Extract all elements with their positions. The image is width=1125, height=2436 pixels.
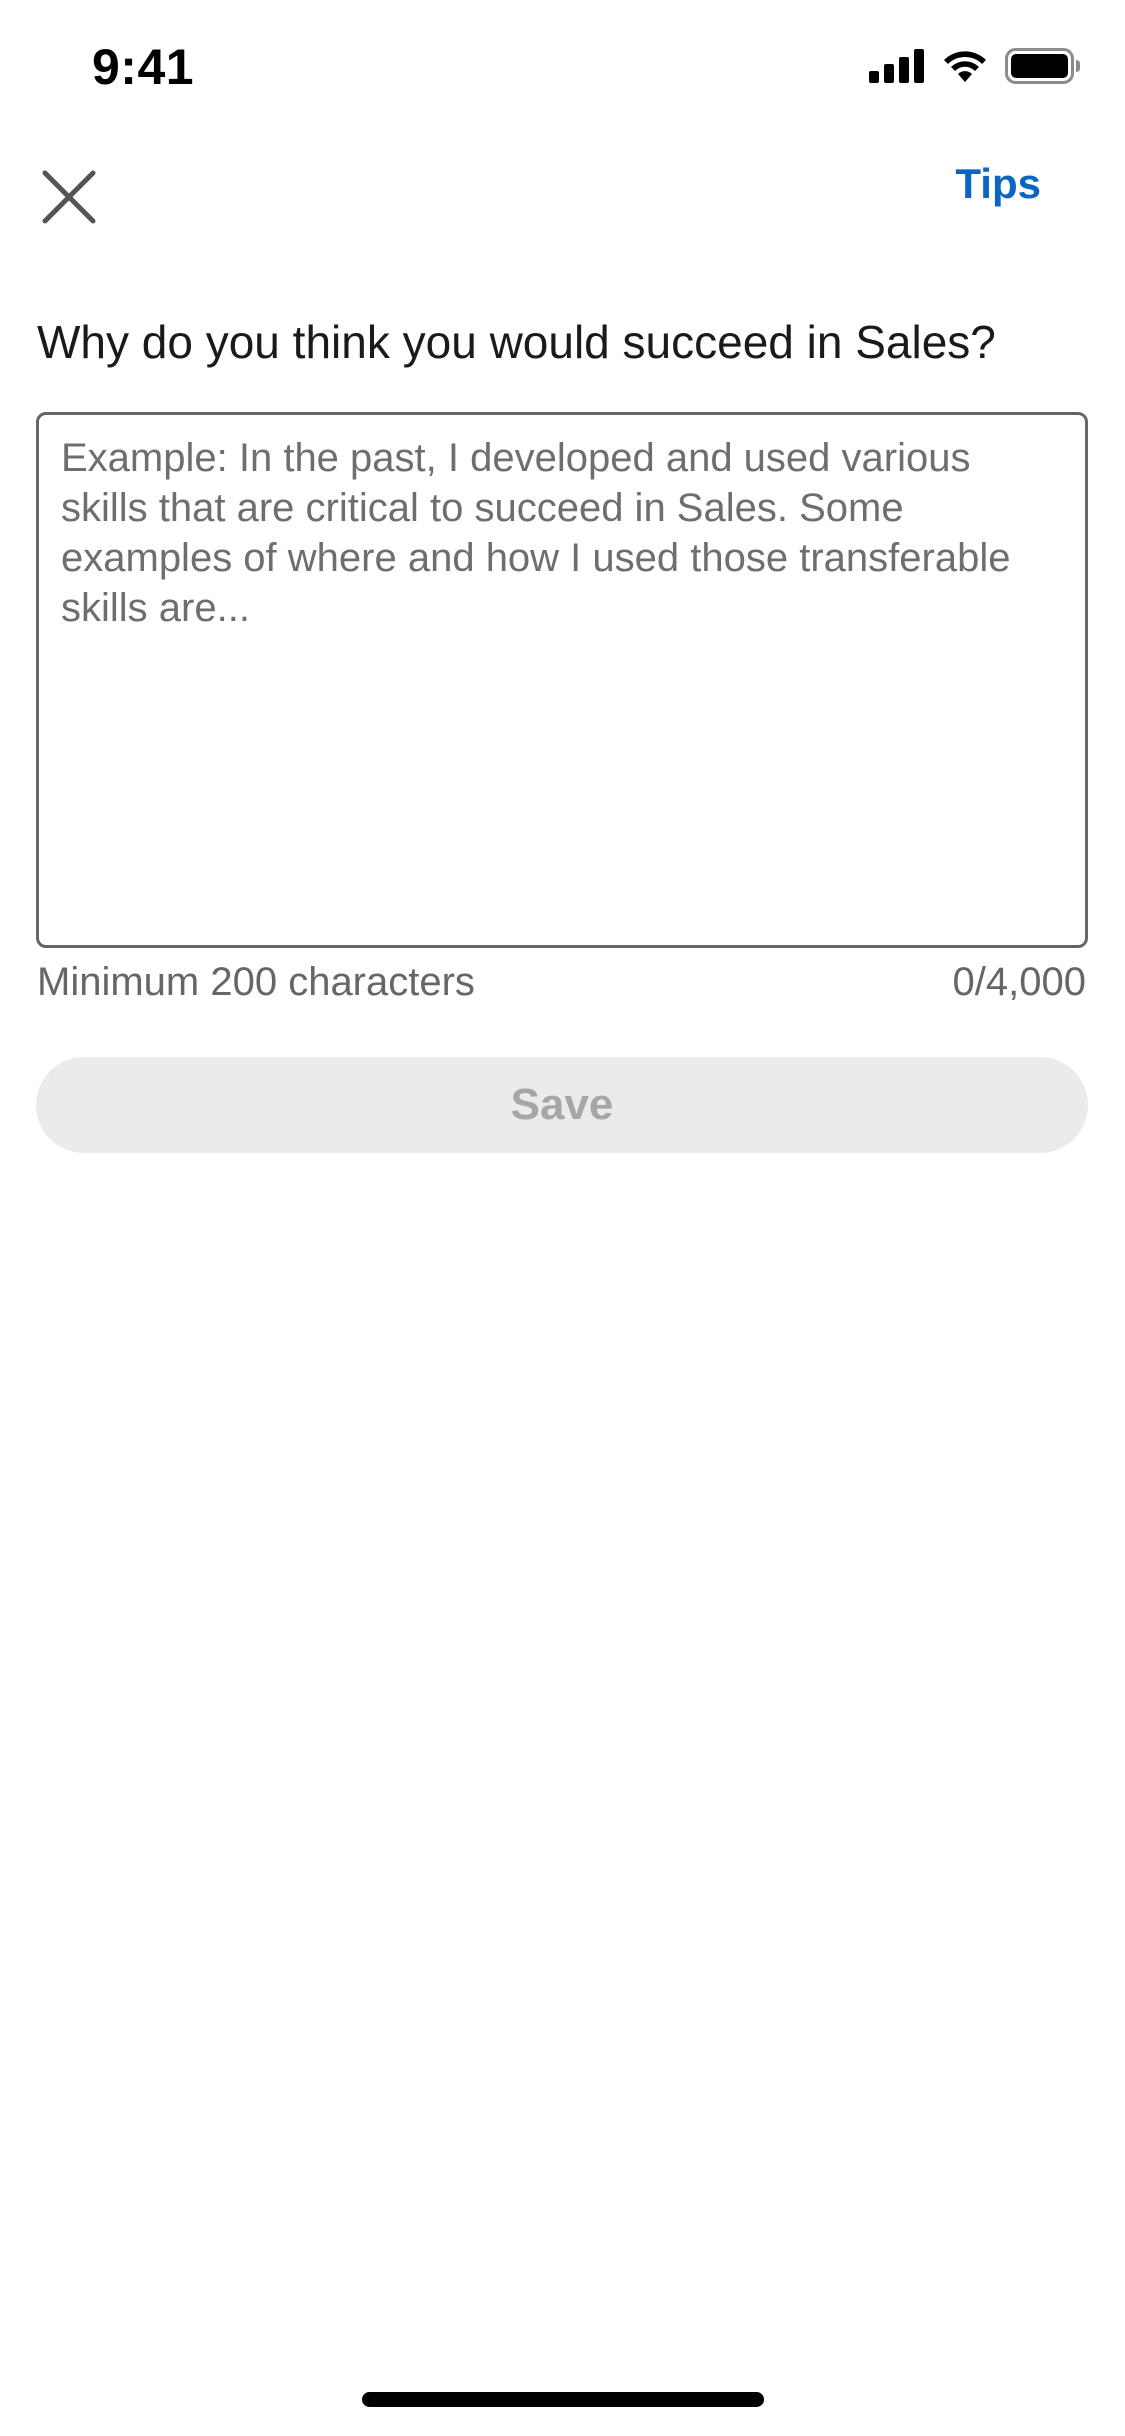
character-counter: 0/4,000 — [952, 960, 1086, 1004]
answer-textarea[interactable] — [36, 412, 1088, 948]
status-time: 9:41 — [92, 39, 195, 95]
save-button[interactable]: Save — [36, 1057, 1088, 1153]
wifi-icon — [941, 48, 989, 84]
status-icons — [869, 48, 1081, 84]
minimum-characters-hint: Minimum 200 characters — [37, 960, 475, 1004]
question-heading: Why do you think you would succeed in Sa… — [37, 316, 996, 368]
tips-link[interactable]: Tips — [955, 160, 1041, 208]
cellular-signal-icon — [869, 49, 925, 83]
close-icon — [41, 169, 97, 230]
close-button[interactable] — [24, 154, 114, 244]
home-indicator[interactable] — [362, 2392, 764, 2407]
status-bar: 9:41 — [0, 0, 1125, 140]
battery-icon — [1005, 48, 1081, 84]
